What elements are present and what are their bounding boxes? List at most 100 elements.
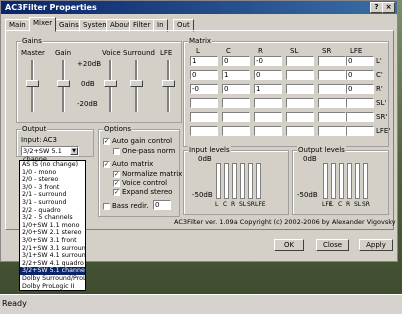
normalize-label: Normalize matrix	[122, 170, 183, 178]
surround-slider[interactable]	[130, 80, 143, 87]
matrix-cell[interactable]	[318, 84, 346, 94]
matrix-cell[interactable]	[318, 98, 346, 108]
matrix-cell[interactable]	[190, 126, 218, 136]
matrix-cell[interactable]: 0	[346, 70, 374, 80]
matrix-cell[interactable]	[346, 112, 374, 122]
dropdown-option[interactable]: 3/2 - 5 channels	[20, 214, 85, 222]
matrix-cell[interactable]	[286, 56, 314, 66]
matrix-cell[interactable]	[286, 84, 314, 94]
dropdown-option[interactable]: Dolby ProLogic II	[20, 283, 85, 291]
auto-gain-checkbox[interactable]: ✓	[103, 138, 110, 145]
lfe-label: LFE	[160, 49, 173, 57]
matrix-cell[interactable]: -0	[190, 84, 218, 94]
dropdown-option[interactable]: 2/1 - surround	[20, 191, 85, 199]
matrix-cell[interactable]	[286, 70, 314, 80]
bass-checkbox[interactable]	[103, 203, 110, 210]
dropdown-option[interactable]: 2/0+SW 2.1 stereo	[20, 229, 85, 237]
input-levels-group: Input levels 0dB -50dB L C R SL SR LFE	[183, 146, 289, 215]
matrix-row-label: SR'	[376, 113, 388, 121]
normalize-checkbox[interactable]: ✓	[113, 171, 120, 178]
input-levels-label: Input levels	[188, 146, 231, 154]
scale-minus20: -20dB	[77, 100, 98, 108]
dropdown-option[interactable]: 3/0 - 3 front	[20, 184, 85, 192]
dropdown-option[interactable]: 1/0 - mono	[20, 169, 85, 177]
level-meter	[256, 163, 261, 199]
bass-label: Bass redir.	[112, 202, 149, 210]
matrix-cell[interactable]	[318, 70, 346, 80]
tab-mixer[interactable]: Mixer	[29, 17, 57, 32]
one-pass-checkbox[interactable]	[113, 148, 120, 155]
matrix-cell[interactable]	[222, 98, 250, 108]
output-label: Output	[21, 125, 48, 133]
expand-checkbox[interactable]: ✓	[113, 189, 120, 196]
output-mode-list[interactable]: AS IS (no change) 1/0 - mono 2/0 - stereo 3…	[19, 160, 86, 292]
dropdown-option[interactable]: 3/2+SW 5.1 channels	[20, 267, 85, 275]
matrix-cell[interactable]: 1	[254, 84, 282, 94]
matrix-cell[interactable]: 1	[190, 56, 218, 66]
matrix-cell[interactable]	[346, 126, 374, 136]
dropdown-option[interactable]: AS IS (no change)	[20, 161, 85, 169]
dropdown-option[interactable]: Dolby Surround/ProLo	[20, 275, 85, 283]
ok-button[interactable]: OK	[274, 239, 304, 251]
matrix-cell[interactable]: 0	[222, 56, 250, 66]
meter-channel-label: C	[338, 201, 343, 208]
master-label: Master	[21, 49, 45, 57]
close-button[interactable]: Close	[316, 239, 349, 251]
matrix-col-l: L	[196, 47, 200, 55]
auto-matrix-checkbox[interactable]: ✓	[103, 161, 110, 168]
matrix-cell[interactable]: 0	[346, 56, 374, 66]
apply-button[interactable]: Apply	[359, 239, 393, 251]
matrix-cell[interactable]: -0	[254, 56, 282, 66]
auto-matrix-label: Auto matrix	[112, 160, 154, 168]
dropdown-option[interactable]: 3/1+SW 4.1 surround	[20, 252, 85, 260]
matrix-cell[interactable]: 0	[190, 70, 218, 80]
matrix-cell[interactable]	[318, 126, 346, 136]
chevron-down-icon[interactable]: ▼	[70, 147, 78, 155]
voice-slider[interactable]	[104, 80, 117, 87]
dropdown-option[interactable]: 3/1 - surround	[20, 199, 85, 207]
matrix-cell[interactable]: 0	[254, 70, 282, 80]
level-meter	[323, 163, 328, 199]
matrix-cell[interactable]	[318, 112, 346, 122]
output-levels-top: 0dB	[303, 155, 317, 163]
matrix-cell[interactable]	[286, 98, 314, 108]
matrix-row-label: L'	[376, 57, 382, 65]
matrix-cell[interactable]	[254, 112, 282, 122]
matrix-col-sr: SR	[322, 47, 332, 55]
matrix-cell[interactable]	[254, 126, 282, 136]
bass-input[interactable]: 0	[153, 200, 171, 210]
dropdown-option[interactable]: 2/1+SW 3.1 surround	[20, 245, 85, 253]
matrix-row-label: SL'	[376, 99, 387, 107]
matrix-cell[interactable]: 0	[222, 84, 250, 94]
gain-slider[interactable]	[57, 80, 70, 87]
matrix-cell[interactable]	[190, 98, 218, 108]
level-meter	[363, 163, 368, 199]
meter-channel-label: SR	[362, 201, 370, 208]
matrix-cell[interactable]	[286, 126, 314, 136]
matrix-col-sl: SL	[290, 47, 299, 55]
output-mode-combo[interactable]: 3/2+SW 5.1 channe ▼	[21, 146, 79, 163]
dropdown-option[interactable]: 2/2+SW 4.1 quadro	[20, 260, 85, 268]
dropdown-option[interactable]: 3/0+SW 3.1 front	[20, 237, 85, 245]
output-levels-group: Output levels 0dB -50dB LFE L C R SL SR	[292, 146, 389, 215]
matrix-cell[interactable]: 1	[222, 70, 250, 80]
matrix-cell[interactable]	[346, 98, 374, 108]
matrix-cell[interactable]	[222, 112, 250, 122]
matrix-cell[interactable]	[318, 56, 346, 66]
options-group: Options ✓ Auto gain control One-pass nor…	[98, 125, 183, 217]
dropdown-option[interactable]: 1/0+SW 1.1 mono	[20, 222, 85, 230]
input-levels-bottom: -50dB	[192, 191, 213, 199]
matrix-cell[interactable]	[254, 98, 282, 108]
master-slider[interactable]	[26, 80, 39, 87]
meter-channel-label: SR	[247, 201, 255, 208]
dropdown-option[interactable]: 2/2 - quadro	[20, 207, 85, 215]
close-window-button[interactable]: ×	[382, 2, 395, 13]
matrix-cell[interactable]	[190, 112, 218, 122]
output-levels-bottom: -50dB	[297, 191, 318, 199]
voice-checkbox[interactable]: ✓	[113, 180, 120, 187]
matrix-cell[interactable]	[222, 126, 250, 136]
dropdown-option[interactable]: 2/0 - stereo	[20, 176, 85, 184]
matrix-cell[interactable]: 0	[346, 84, 374, 94]
lfe-slider[interactable]	[162, 80, 175, 87]
matrix-cell[interactable]	[286, 112, 314, 122]
